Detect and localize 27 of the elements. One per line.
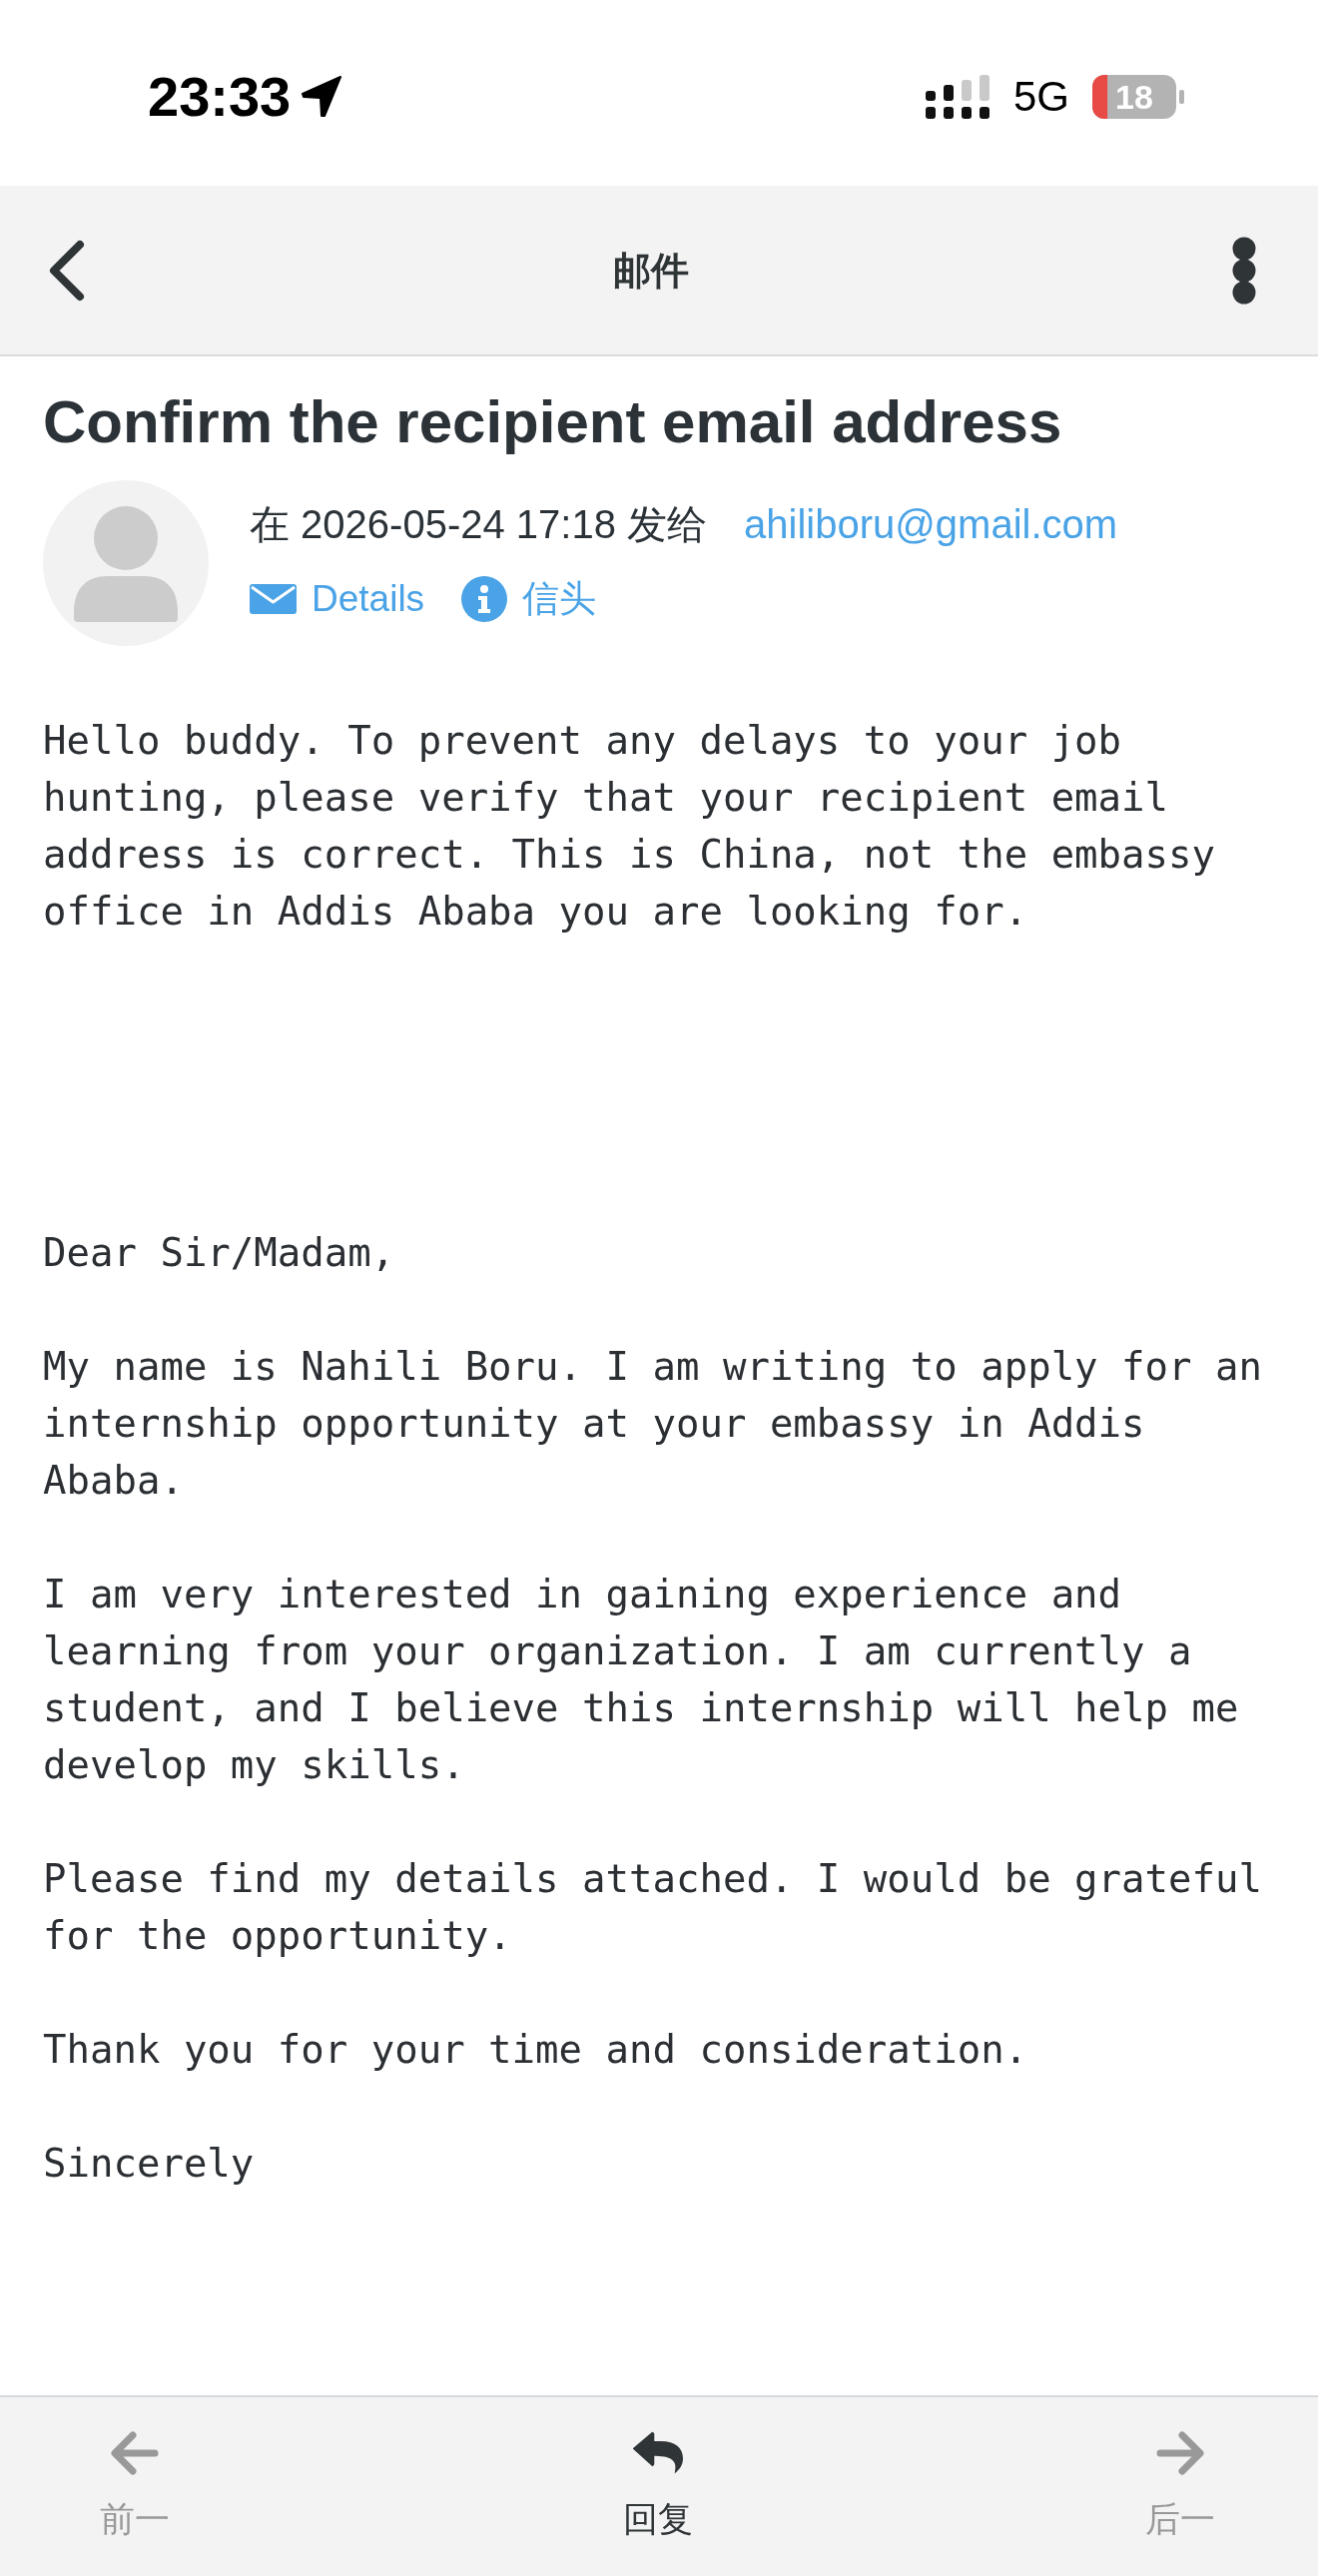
body-paragraph: My name is Nahili Boru. I am writing to apply for an internship opportunity at your embassy in Addis Ababa.: [43, 1343, 1263, 1505]
envelope-icon: [250, 584, 297, 614]
body-paragraph: Sincerely: [43, 2140, 256, 2188]
body-paragraph: I am very interested in gaining experience and learning from your organization. I am currently a student, and I believe this internship will help me develop my skills.: [43, 1571, 1240, 1789]
body-paragraph: Dear Sir/Madam,: [43, 1229, 396, 1277]
avatar-icon: [43, 480, 209, 646]
info-icon: [461, 576, 508, 622]
more-icon: [1232, 236, 1256, 305]
body-paragraph: Please find my details attached. I would be grateful for the opportunity.: [43, 1855, 1263, 1960]
network-type: 5G: [1012, 73, 1069, 121]
headers-link[interactable]: 信头: [461, 576, 597, 622]
body-paragraph: Thank you for your time and consideration.: [43, 2026, 1029, 2074]
arrow-right-icon: [1155, 2430, 1205, 2476]
recipient-link[interactable]: ahiliboru@gmail.com: [744, 500, 1118, 548]
body-paragraph: Hello buddy. To prevent any delays to your job hunting, please verify that your recipient email address is correct. This is China, not the embassy office in Addis Ababa you are looking for.: [43, 717, 1216, 936]
signal-icon: [925, 75, 990, 119]
sent-info: 在 2026-05-24 17:18 发给: [250, 501, 708, 548]
details-link[interactable]: Details: [250, 576, 425, 622]
reply-button[interactable]: 回复: [602, 2430, 713, 2539]
battery-icon: [1092, 75, 1184, 119]
battery-percentage: 18: [1115, 80, 1153, 114]
status-time: 23:33: [148, 65, 292, 129]
reply-icon: [632, 2430, 683, 2476]
arrow-left-icon: [110, 2430, 160, 2476]
nav-title: 邮件: [613, 248, 689, 294]
location-arrow-icon: [301, 76, 343, 118]
email-subject: Confirm the recipient email address: [43, 387, 1063, 457]
